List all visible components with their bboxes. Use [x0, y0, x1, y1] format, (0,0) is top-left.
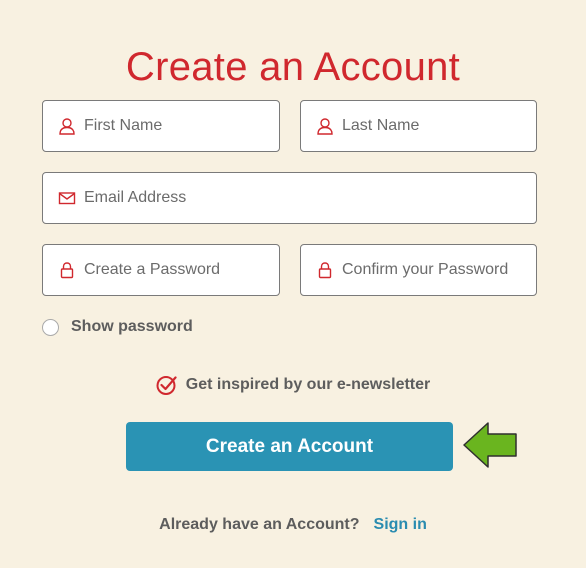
email-input[interactable] — [84, 189, 536, 207]
user-icon — [317, 118, 333, 135]
email-field[interactable] — [42, 172, 537, 224]
last-name-input[interactable] — [342, 117, 536, 135]
user-icon — [59, 118, 75, 135]
first-name-field[interactable] — [42, 100, 280, 152]
newsletter-option[interactable]: Get inspired by our e-newsletter — [0, 374, 586, 396]
last-name-field[interactable] — [300, 100, 537, 152]
lock-icon — [318, 262, 332, 279]
first-name-input[interactable] — [84, 117, 279, 135]
password-field[interactable] — [42, 244, 280, 296]
signin-question: Already have an Account? — [159, 516, 360, 533]
mail-icon — [58, 192, 76, 205]
newsletter-label: Get inspired by our e-newsletter — [185, 376, 431, 393]
arrow-left-icon — [463, 422, 517, 468]
password-input[interactable] — [84, 261, 279, 279]
show-password-toggle[interactable]: Show password — [42, 318, 193, 336]
show-password-label: Show password — [71, 318, 193, 335]
confirm-password-field[interactable] — [300, 244, 537, 296]
confirm-password-input[interactable] — [342, 261, 536, 279]
create-account-button[interactable]: Create an Account — [126, 422, 453, 471]
lock-icon — [60, 262, 74, 279]
signin-prompt: Already have an Account? Sign in — [0, 516, 586, 534]
page-title: Create an Account — [125, 44, 461, 89]
show-password-radio[interactable] — [42, 318, 59, 336]
sign-in-link[interactable]: Sign in — [374, 516, 427, 534]
check-circle-icon[interactable] — [156, 374, 178, 396]
